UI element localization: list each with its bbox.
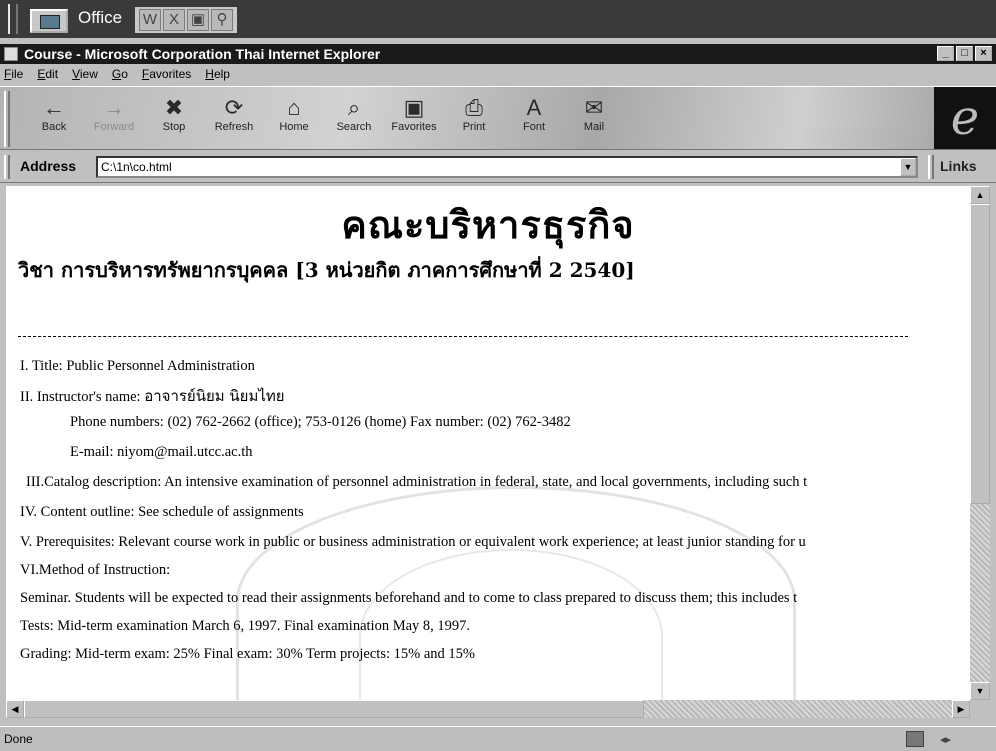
prerequisites-line: V. Prerequisites: Relevant course work i…	[20, 534, 806, 550]
forward-button[interactable]: → Forward	[84, 91, 144, 145]
forward-arrow-icon: →	[103, 95, 125, 120]
page-content: คณะบริหารธุรกิจ วิชา การบริหารทรัพยากรบุ…	[6, 186, 970, 700]
home-icon: ⌂	[287, 95, 301, 120]
phone-line: Phone numbers: (02) 762-2662 (office); 7…	[70, 414, 571, 430]
search-icon: ⌕	[347, 95, 361, 120]
mail-icon: ✉	[584, 95, 604, 120]
seminar-line: Seminar. Students will be expected to re…	[20, 590, 798, 606]
horizontal-scrollbar[interactable]: ◀ ▶	[6, 700, 970, 718]
links-button[interactable]: Links	[940, 158, 977, 174]
address-dropdown-button[interactable]: ▼	[900, 158, 916, 176]
office-logo-icon[interactable]	[30, 9, 68, 33]
standard-toolbar: ← Back → Forward ✖ Stop ⟳ Refresh ⌂ Home…	[0, 86, 996, 150]
menu-favorites[interactable]: Favorites	[142, 64, 191, 84]
window-title: Course - Microsoft Corporation Thai Inte…	[24, 46, 381, 62]
office-bar-grip[interactable]	[8, 4, 18, 34]
back-button[interactable]: ← Back	[24, 91, 84, 145]
window-controls: _ □ ×	[937, 46, 992, 61]
ie-logo-icon: e	[934, 87, 996, 149]
security-zone-icon	[906, 731, 924, 747]
address-input[interactable]: C:\1n\co.html	[96, 156, 918, 178]
menu-view[interactable]: View	[72, 64, 98, 84]
stop-icon: ✖	[164, 95, 184, 120]
window-icon[interactable]	[4, 47, 18, 61]
office-bar-title: Office	[78, 8, 123, 27]
back-arrow-icon: ←	[43, 95, 65, 120]
close-button[interactable]: ×	[975, 46, 992, 61]
search-button[interactable]: ⌕ Search	[324, 91, 384, 145]
instructor-label: II. Instructor's name:	[20, 389, 145, 405]
address-label: Address	[20, 158, 77, 174]
scroll-down-button[interactable]: ▼	[970, 682, 990, 700]
grading-line: Grading: Mid-term exam: 25% Final exam: …	[20, 646, 475, 662]
font-icon: A	[526, 95, 542, 120]
stop-button[interactable]: ✖ Stop	[144, 91, 204, 145]
scroll-right-button[interactable]: ▶	[952, 700, 970, 718]
dashed-divider	[18, 336, 908, 337]
menu-file[interactable]: File	[4, 64, 23, 84]
horizontal-scroll-thumb[interactable]	[24, 700, 644, 718]
toolbar-grip[interactable]	[4, 91, 10, 147]
status-bar: Done ◂▸	[0, 726, 996, 751]
content-outline-line: IV. Content outline: See schedule of ass…	[20, 504, 304, 520]
status-text: Done	[4, 732, 33, 746]
window-title-bar: Course - Microsoft Corporation Thai Inte…	[0, 44, 996, 64]
address-bar: Address C:\1n\co.html ▼ Links	[0, 151, 996, 183]
method-line: VI.Method of Instruction:	[20, 562, 171, 578]
excel-icon[interactable]: X	[163, 9, 185, 31]
favorites-button[interactable]: ▣ Favorites	[384, 91, 444, 145]
favorites-folder-icon: ▣	[403, 95, 425, 120]
print-button[interactable]: ⎙ Print	[444, 91, 504, 145]
email-line: E-mail: niyom@mail.utcc.ac.th	[70, 444, 253, 460]
menu-edit[interactable]: Edit	[37, 64, 58, 84]
powerpoint-icon[interactable]: ▣	[187, 9, 209, 31]
menu-help[interactable]: Help	[205, 64, 230, 84]
page-heading: คณะบริหารธุรกิจ	[341, 202, 635, 247]
catalog-line: III.Catalog description: An intensive ex…	[26, 474, 808, 490]
instructor-name: อาจารย์นิยม นิยมไทย	[144, 387, 285, 405]
home-button[interactable]: ⌂ Home	[264, 91, 324, 145]
connection-icon: ◂▸	[940, 734, 952, 746]
vertical-scroll-thumb[interactable]	[970, 204, 990, 504]
refresh-icon: ⟳	[224, 95, 244, 120]
links-grip[interactable]	[928, 155, 934, 179]
scroll-left-button[interactable]: ◀	[6, 700, 24, 718]
office-shortcut-bar: Office W X ▣ ⚲	[0, 0, 996, 38]
word-icon[interactable]: W	[139, 9, 161, 31]
mail-button[interactable]: ✉ Mail	[564, 91, 624, 145]
scroll-up-button[interactable]: ▲	[970, 186, 990, 204]
address-bar-grip[interactable]	[4, 155, 10, 179]
font-button[interactable]: A Font	[504, 91, 564, 145]
minimize-button[interactable]: _	[937, 46, 954, 61]
access-icon[interactable]: ⚲	[211, 9, 233, 31]
menu-go[interactable]: Go	[112, 64, 128, 84]
title-line: I. Title: Public Personnel Administratio…	[20, 358, 255, 374]
course-subheading: วิชา การบริหารทรัพยากรบุคคล [3 หน่วยกิต …	[18, 258, 635, 282]
menu-bar: File Edit View Go Favorites Help	[0, 64, 996, 84]
vertical-scrollbar[interactable]: ▲ ▼	[970, 186, 990, 700]
tests-line: Tests: Mid-term examination March 6, 199…	[20, 618, 471, 634]
refresh-button[interactable]: ⟳ Refresh	[204, 91, 264, 145]
maximize-button[interactable]: □	[956, 46, 973, 61]
office-app-buttons: W X ▣ ⚲	[135, 7, 237, 33]
printer-icon: ⎙	[465, 95, 483, 120]
instructor-line: II. Instructor's name: อาจารย์นิยม นิยมไ…	[20, 384, 285, 408]
